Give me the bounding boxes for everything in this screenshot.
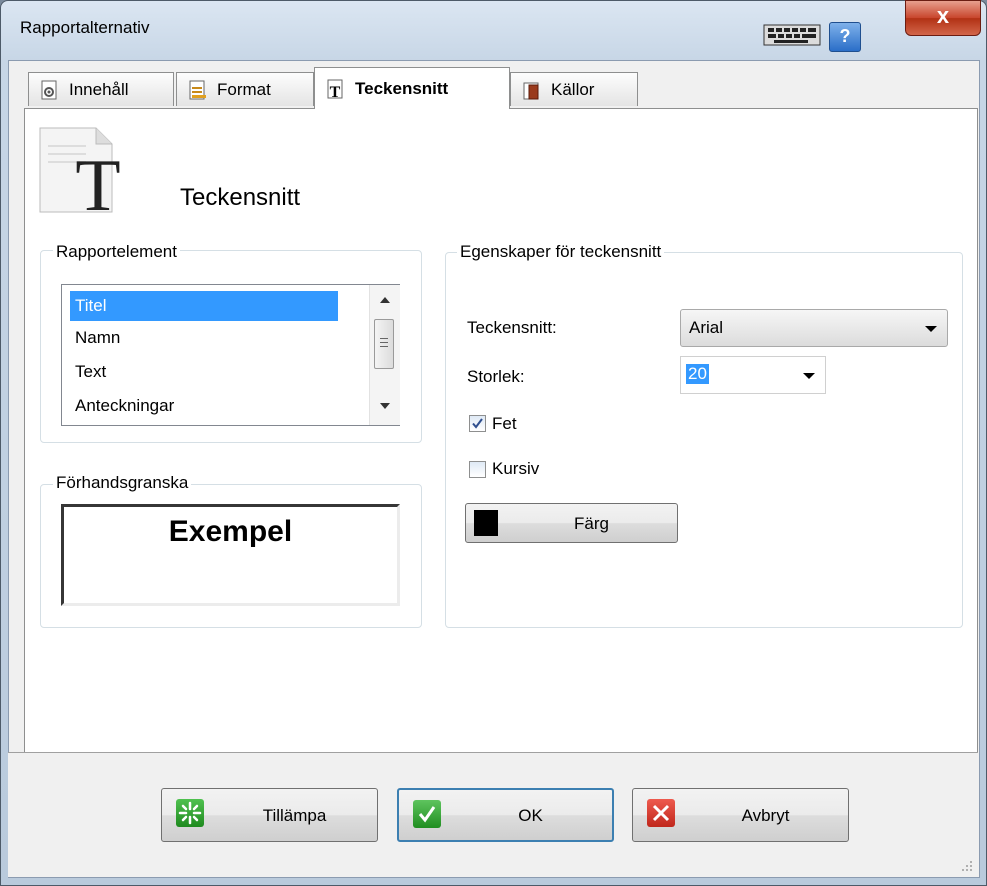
ok-label: OK (518, 806, 543, 825)
help-icon[interactable]: ? (829, 22, 861, 52)
list-item-text[interactable]: Text (70, 357, 338, 387)
size-input-value[interactable]: 20 (686, 364, 709, 384)
report-elements-label: Rapportelement (53, 242, 180, 262)
font-select[interactable]: Arial (680, 309, 948, 347)
bold-label: Fet (492, 414, 517, 433)
ok-check-icon (413, 800, 441, 828)
report-elements-listbox[interactable]: Titel Namn Text Anteckningar (61, 284, 400, 426)
font-properties-label: Egenskaper för teckensnitt (457, 242, 665, 262)
gear-document-icon (39, 79, 61, 101)
apply-button[interactable]: Tillämpa (161, 788, 378, 842)
tab-label: Teckensnitt (355, 78, 449, 98)
svg-text:T: T (330, 84, 341, 100)
preview-label: Förhandsgranska (53, 473, 192, 493)
listbox-scrollbar[interactable] (369, 285, 400, 425)
list-item-anteckningar[interactable]: Anteckningar (70, 391, 338, 421)
apply-icon (176, 799, 204, 827)
scroll-thumb[interactable] (374, 319, 394, 369)
color-button-label: Färg (574, 514, 609, 533)
tab-format[interactable]: Format (176, 72, 314, 106)
keyboard-icon[interactable] (763, 24, 821, 46)
apply-label: Tillämpa (262, 806, 327, 825)
font-t-icon: T (325, 78, 347, 101)
list-item-namn[interactable]: Namn (70, 323, 338, 353)
window-title: Rapportalternativ (20, 18, 150, 37)
grip-icon (380, 338, 388, 339)
tab-label: Innehåll (69, 79, 129, 99)
tab-label: Format (217, 79, 271, 99)
italic-checkbox[interactable] (469, 461, 486, 478)
tab-teckensnitt[interactable]: T Teckensnitt (314, 67, 510, 109)
font-select-value: Arial (689, 318, 724, 337)
color-button[interactable]: Färg (465, 503, 678, 543)
size-label: Storlek: (467, 367, 525, 386)
chevron-down-icon[interactable] (803, 373, 815, 379)
book-icon (521, 79, 543, 101)
cancel-x-icon (647, 799, 675, 827)
italic-label: Kursiv (492, 459, 540, 478)
preview-box: Exempel (61, 504, 400, 606)
size-combobox[interactable]: 20 (680, 356, 826, 394)
resize-grip-icon[interactable] (960, 858, 974, 872)
font-label: Teckensnitt: (467, 318, 557, 337)
page-title: Teckensnitt (180, 184, 301, 211)
ok-button[interactable]: OK (397, 788, 614, 842)
bold-checkbox[interactable] (469, 415, 486, 432)
scroll-down-icon[interactable] (380, 403, 390, 409)
font-header-icon: T (36, 124, 136, 227)
tab-kallor[interactable]: Källor (510, 72, 638, 106)
tab-label: Källor (551, 79, 595, 99)
format-lines-icon (187, 79, 209, 101)
color-swatch (474, 510, 498, 536)
preview-sample-text: Exempel (168, 515, 293, 548)
svg-text:T: T (75, 145, 120, 216)
scroll-up-icon[interactable] (380, 297, 390, 303)
list-item-titel[interactable]: Titel (70, 291, 338, 321)
cancel-label: Avbryt (741, 806, 790, 825)
close-button[interactable]: x (905, 0, 981, 36)
tab-innehall[interactable]: Innehåll (28, 72, 174, 106)
chevron-down-icon (925, 326, 937, 332)
cancel-button[interactable]: Avbryt (632, 788, 849, 842)
